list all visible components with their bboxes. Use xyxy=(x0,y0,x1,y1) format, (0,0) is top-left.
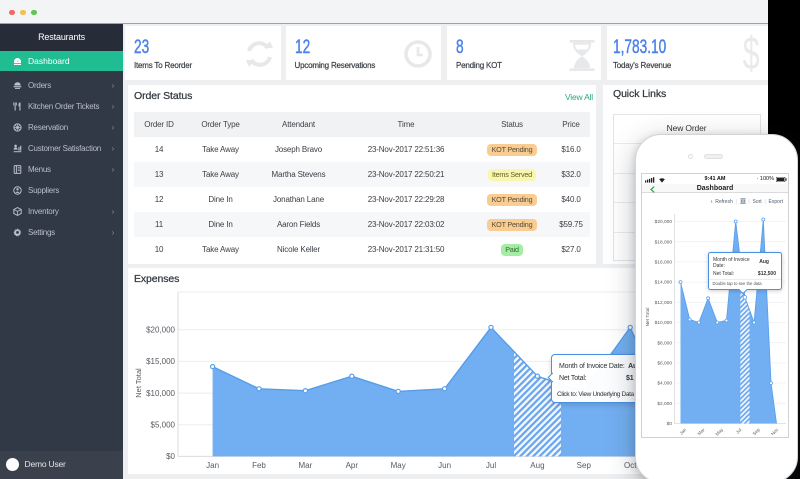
svg-text:Jul: Jul xyxy=(486,461,496,470)
svg-text:Mar: Mar xyxy=(299,461,313,470)
svg-text:Sep: Sep xyxy=(577,461,592,470)
svg-text:$12,000: $12,000 xyxy=(655,299,673,305)
svg-text:$6,000: $6,000 xyxy=(657,360,672,366)
svg-text:$5,000: $5,000 xyxy=(151,420,176,429)
svg-text:Net Total: Net Total xyxy=(645,307,651,326)
svg-text:Net Total: Net Total xyxy=(134,368,143,398)
svg-text:Apr: Apr xyxy=(346,461,359,470)
svg-text:$10,000: $10,000 xyxy=(655,320,673,326)
svg-text:$4,000: $4,000 xyxy=(657,380,672,386)
svg-text:$18,000: $18,000 xyxy=(655,239,673,245)
svg-text:May: May xyxy=(391,461,406,470)
svg-text:Jul: Jul xyxy=(735,427,743,435)
svg-text:May: May xyxy=(714,426,724,436)
svg-text:Sep: Sep xyxy=(752,426,762,436)
svg-text:Jan: Jan xyxy=(206,461,219,470)
svg-text:$20,000: $20,000 xyxy=(655,219,673,225)
svg-text:$8,000: $8,000 xyxy=(657,340,672,346)
svg-text:$2,000: $2,000 xyxy=(657,400,672,406)
svg-text:$14,000: $14,000 xyxy=(655,279,673,285)
svg-text:Nov: Nov xyxy=(770,426,780,436)
svg-text:$0: $0 xyxy=(667,421,673,427)
svg-text:$0: $0 xyxy=(166,452,175,461)
svg-text:$15,000: $15,000 xyxy=(146,357,175,366)
svg-text:Feb: Feb xyxy=(252,461,266,470)
svg-text:$20,000: $20,000 xyxy=(146,325,175,334)
svg-text:Jan: Jan xyxy=(679,426,688,435)
svg-text:$10,000: $10,000 xyxy=(146,389,175,398)
svg-text:Aug: Aug xyxy=(530,461,544,470)
svg-text:$16,000: $16,000 xyxy=(655,259,673,265)
svg-text:Mar: Mar xyxy=(697,426,706,435)
svg-text:Jun: Jun xyxy=(438,461,451,470)
